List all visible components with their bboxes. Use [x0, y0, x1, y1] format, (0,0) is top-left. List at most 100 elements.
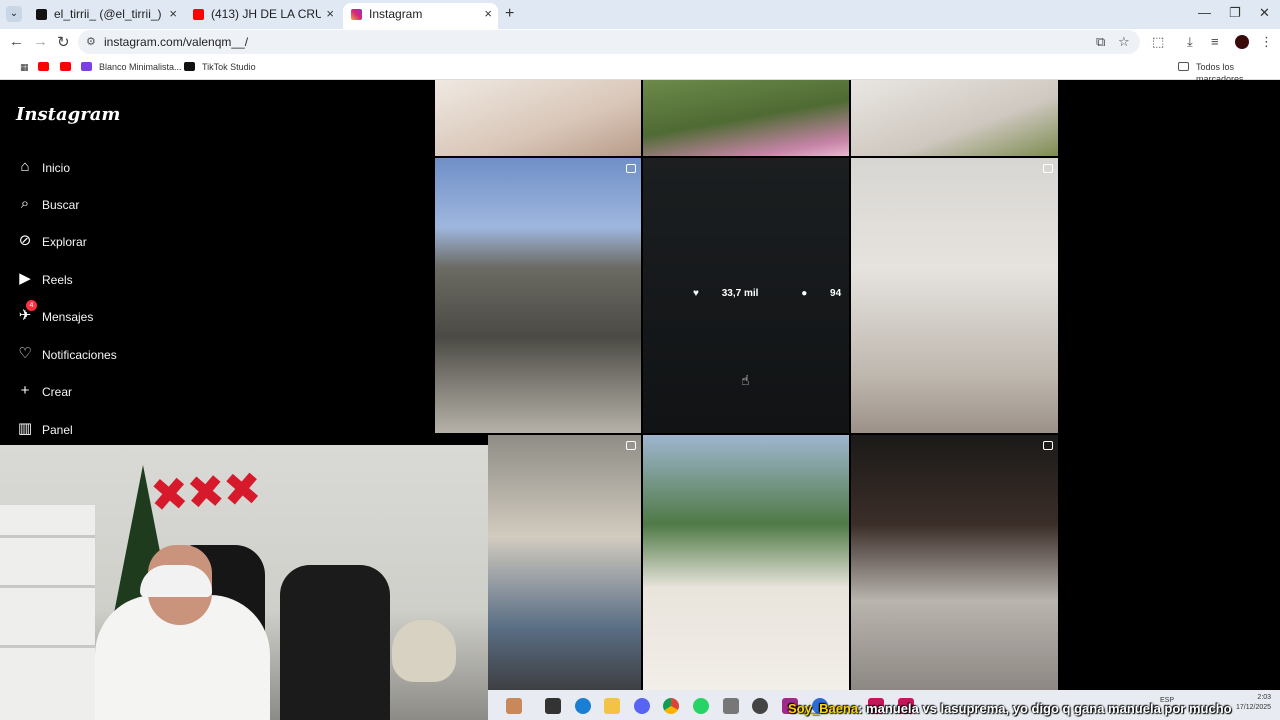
instagram-icon [351, 9, 362, 20]
address-bar: ← → ↻ ⚙ instagram.com/valenqm__/ ⧉ ☆ ⬚ ⤓… [0, 29, 1280, 55]
nav-item-notificaciones[interactable]: ♡ Notificaciones [16, 345, 117, 369]
clock[interactable]: 2:03 17/12/2025 [1236, 693, 1271, 713]
hand-cursor-icon: ☝ [741, 372, 750, 388]
tab-search-button[interactable]: ⌄ [6, 6, 22, 22]
bookmark-star-icon[interactable]: ☆ [1118, 34, 1130, 50]
nav-item-crear[interactable]: + Crear [16, 382, 72, 406]
all-bookmarks-folder[interactable]: Todos los marcadores [1178, 61, 1280, 84]
bookmark-canva[interactable]: Blanco Minimalista... [81, 61, 182, 75]
bookmark-youtube-2[interactable] [60, 61, 78, 75]
new-tab-button[interactable]: + [505, 5, 514, 23]
canva-icon [81, 62, 92, 71]
post-thumbnail[interactable] [643, 435, 849, 690]
close-icon[interactable]: × [484, 3, 492, 25]
tab-tiktok[interactable]: el_tirrii_ (@el_tirrii_) | TikTok × [28, 3, 183, 29]
nav-item-buscar[interactable]: ⌕ Buscar [16, 195, 80, 219]
post-thumbnail[interactable] [435, 158, 641, 433]
nav-label: Crear [42, 385, 73, 399]
close-icon[interactable]: × [169, 3, 177, 25]
post-thumbnail[interactable] [851, 158, 1058, 433]
file-explorer-icon[interactable] [604, 698, 620, 714]
nav-label: Reels [42, 273, 73, 287]
site-info-icon[interactable]: ⚙ [86, 30, 96, 54]
back-icon[interactable]: ← [9, 33, 24, 50]
nav-item-reels[interactable]: ▶ Reels [16, 270, 73, 294]
webcam-overlay: ✖✖✖ [0, 445, 488, 720]
likes-count-wrap: ♥ 33,7 mil [693, 288, 778, 299]
tab-instagram[interactable]: Instagram × [343, 3, 498, 29]
nav-label: Notificaciones [42, 348, 117, 362]
whatsapp-icon[interactable] [693, 698, 709, 714]
minimize-button[interactable]: — [1198, 5, 1211, 20]
apps-icon[interactable]: ▦ [8, 61, 29, 75]
menu-icon[interactable]: ⋮ [1260, 34, 1273, 50]
clock-time: 2:03 [1257, 694, 1272, 701]
reels-icon: ▶ [19, 270, 31, 287]
nav-label: Inicio [42, 161, 71, 175]
instagram-logo[interactable]: Instagram [16, 104, 120, 125]
graffiti-wall-image: ✖✖✖ [148, 461, 262, 523]
nav-item-panel[interactable]: ▥ Panel [16, 420, 73, 444]
chat-username: Soy_Baena [788, 701, 859, 716]
bookmark-youtube-1[interactable] [38, 61, 56, 75]
nav-label: Explorar [42, 235, 87, 249]
youtube-icon [193, 9, 204, 20]
nav-item-mensajes[interactable]: ✈ 4 Mensajes [16, 300, 94, 331]
tab-label: Instagram [369, 7, 423, 21]
dashboard-icon: ▥ [17, 420, 33, 437]
post-thumbnail[interactable] [643, 80, 849, 156]
tab-youtube[interactable]: (413) JH DE LA CRUZ VS LIENDO × [185, 3, 340, 29]
media-control-icon[interactable]: ≡ [1211, 34, 1219, 49]
url-input[interactable]: ⚙ instagram.com/valenqm__/ [78, 30, 1140, 54]
restore-button[interactable]: ❐ [1229, 5, 1241, 21]
task-view-icon[interactable] [545, 698, 561, 714]
nav-label: Mensajes [42, 310, 94, 324]
cap-image [140, 565, 212, 597]
chat-text: : manuela vs lasuprema, yo digo q gana m… [858, 701, 1232, 716]
home-icon: ⌂ [20, 158, 30, 175]
edge-icon[interactable] [575, 698, 591, 714]
tab-label: el_tirrii_ (@el_tirrii_) | TikTok [54, 7, 164, 21]
bookmarks-bar: ▦ Blanco Minimalista... TikTok Studio To… [0, 55, 1280, 84]
post-thumbnail[interactable] [851, 80, 1058, 156]
bookmark-tiktok-studio[interactable]: TikTok Studio [184, 61, 256, 75]
obs-icon[interactable] [752, 698, 768, 714]
install-app-icon[interactable]: ⧉ [1096, 34, 1105, 50]
search-icon: ⌕ [20, 195, 30, 212]
post-stats: ♥ 33,7 mil ● 94 [693, 288, 849, 299]
carousel-icon [626, 441, 636, 450]
gaming-chair-image [280, 565, 390, 720]
post-thumbnail[interactable] [488, 435, 641, 690]
nav-label: Buscar [42, 198, 80, 212]
reload-icon[interactable]: ↻ [57, 33, 70, 51]
close-window-button[interactable]: ✕ [1259, 5, 1270, 21]
discord-icon[interactable] [634, 698, 650, 714]
heart-icon: ♡ [18, 345, 32, 362]
close-icon[interactable]: × [326, 3, 334, 25]
tab-bar: ⌄ el_tirrii_ (@el_tirrii_) | TikTok × (4… [0, 0, 1280, 29]
profile-avatar[interactable] [1235, 35, 1249, 49]
tiktok-icon [36, 9, 47, 20]
url-text: instagram.com/valenqm__/ [104, 35, 249, 49]
comment-icon: ● [801, 288, 811, 299]
bookmark-label: Blanco Minimalista... [99, 62, 182, 72]
post-thumbnail-hovered[interactable]: ♥ 33,7 mil ● 94 [643, 158, 849, 433]
extensions-icon[interactable]: ⬚ [1152, 34, 1164, 50]
carousel-icon [626, 164, 636, 173]
post-thumbnail[interactable] [435, 80, 641, 156]
nav-item-explorar[interactable]: ⊘ Explorar [16, 232, 87, 256]
tab-label: (413) JH DE LA CRUZ VS LIENDO [211, 7, 321, 21]
nav-item-inicio[interactable]: ⌂ Inicio [16, 158, 70, 182]
snipping-tool-icon[interactable] [723, 698, 739, 714]
widgets-icon[interactable] [506, 698, 522, 714]
skull-decoration-image [392, 620, 456, 682]
download-icon[interactable]: ⤓ [1187, 34, 1193, 50]
compass-icon: ⊘ [18, 232, 32, 249]
likes-count: 33,7 mil [721, 288, 759, 299]
folder-icon [1178, 62, 1189, 71]
chrome-icon[interactable] [663, 698, 679, 714]
carousel-icon [1043, 441, 1053, 450]
post-thumbnail[interactable] [851, 435, 1058, 690]
clock-date: 17/12/2025 [1236, 704, 1272, 711]
forward-icon[interactable]: → [33, 33, 48, 50]
